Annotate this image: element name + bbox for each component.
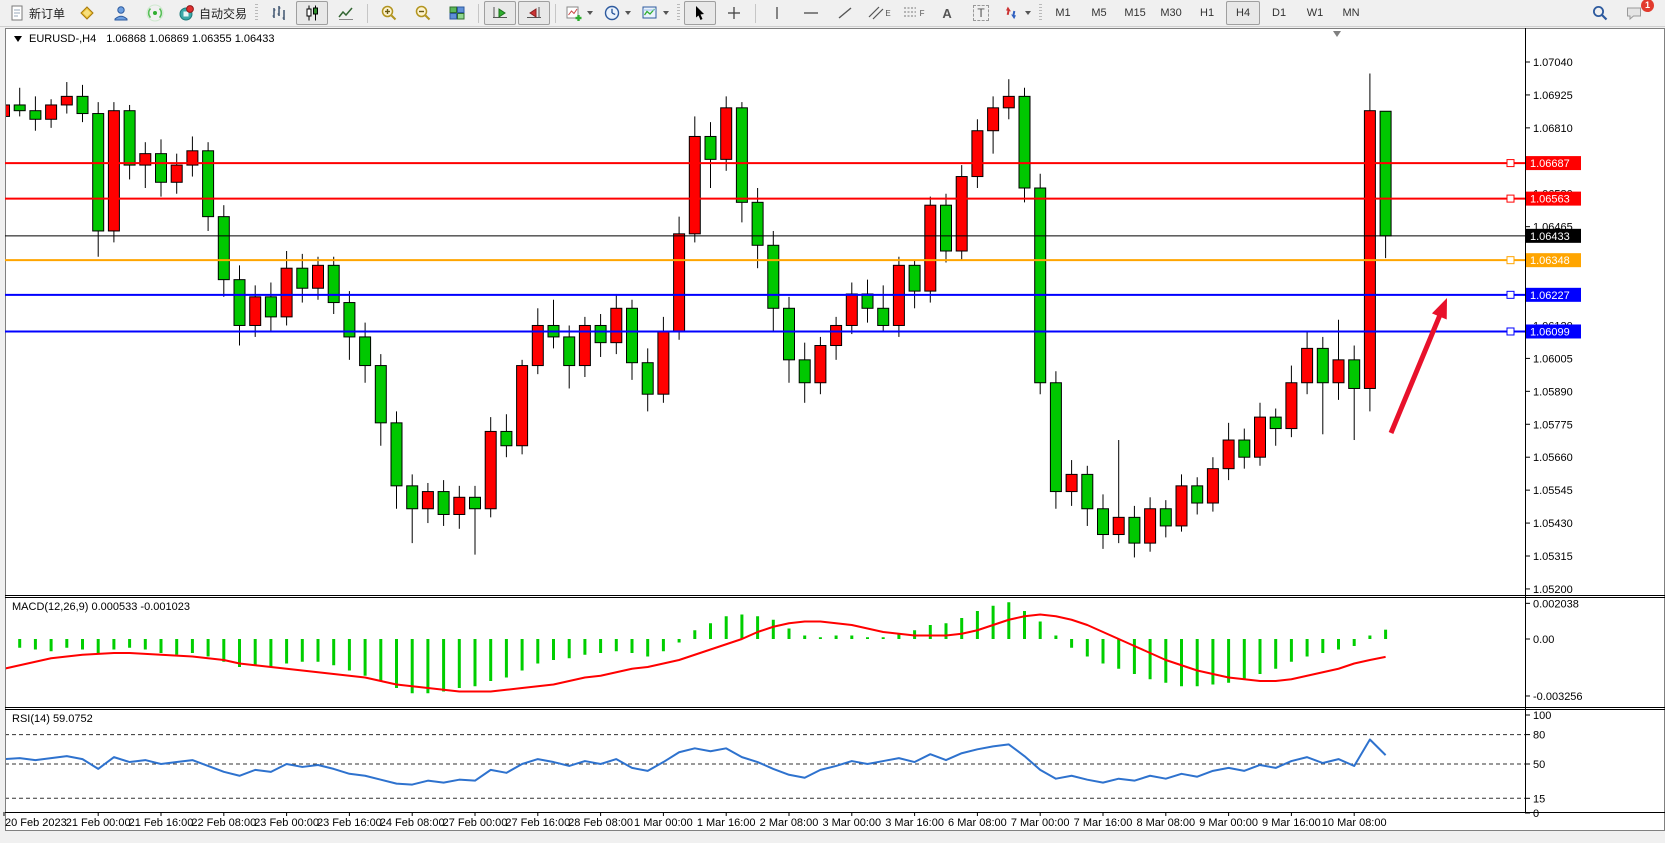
level-drag-handle[interactable]: [1507, 291, 1514, 298]
svg-text:1.07040: 1.07040: [1533, 57, 1573, 69]
svg-text:9 Mar 00:00: 9 Mar 00:00: [1199, 817, 1258, 829]
level-drag-handle[interactable]: [1507, 328, 1514, 335]
svg-text:8 Mar 08:00: 8 Mar 08:00: [1136, 817, 1195, 829]
svg-text:15: 15: [1533, 793, 1545, 805]
svg-text:21 Feb 00:00: 21 Feb 00:00: [66, 817, 131, 829]
svg-text:1.05430: 1.05430: [1533, 518, 1573, 530]
svg-text:80: 80: [1533, 730, 1545, 742]
svg-text:1.06687: 1.06687: [1530, 158, 1570, 170]
svg-text:3 Mar 00:00: 3 Mar 00:00: [822, 817, 881, 829]
svg-text:2 Mar 08:00: 2 Mar 08:00: [760, 817, 819, 829]
macd-indicator-label: MACD(12,26,9) 0.000533 -0.001023: [12, 601, 190, 613]
svg-text:23 Feb 16:00: 23 Feb 16:00: [317, 817, 382, 829]
svg-text:21 Feb 16:00: 21 Feb 16:00: [129, 817, 194, 829]
chart-container: 1.070401.069251.068101.065801.064651.061…: [0, 0, 1665, 843]
svg-text:1.06099: 1.06099: [1530, 326, 1570, 338]
svg-text:0.00: 0.00: [1533, 634, 1554, 646]
svg-text:1.05775: 1.05775: [1533, 419, 1573, 431]
svg-text:1.05315: 1.05315: [1533, 551, 1573, 563]
svg-text:1.06433: 1.06433: [1530, 231, 1570, 243]
svg-text:-0.003256: -0.003256: [1533, 691, 1583, 703]
svg-text:28 Feb 08:00: 28 Feb 08:00: [568, 817, 633, 829]
svg-text:20 Feb 2023: 20 Feb 2023: [5, 817, 67, 829]
svg-text:1.06810: 1.06810: [1533, 123, 1573, 135]
level-drag-handle[interactable]: [1507, 160, 1514, 167]
svg-text:22 Feb 08:00: 22 Feb 08:00: [191, 817, 256, 829]
svg-text:3 Mar 16:00: 3 Mar 16:00: [885, 817, 944, 829]
svg-text:1.05890: 1.05890: [1533, 386, 1573, 398]
svg-text:6 Mar 08:00: 6 Mar 08:00: [948, 817, 1007, 829]
svg-text:1.06925: 1.06925: [1533, 90, 1573, 102]
svg-text:0: 0: [1533, 808, 1539, 820]
level-drag-handle[interactable]: [1507, 257, 1514, 264]
svg-text:23 Feb 00:00: 23 Feb 00:00: [254, 817, 319, 829]
svg-text:7 Mar 00:00: 7 Mar 00:00: [1011, 817, 1070, 829]
chart-ohlc-values: 1.06868 1.06869 1.06355 1.06433: [106, 33, 274, 45]
svg-text:100: 100: [1533, 710, 1551, 722]
chart-symbol-period: EURUSD-,H4: [29, 33, 96, 45]
svg-text:50: 50: [1533, 759, 1545, 771]
svg-text:1.06005: 1.06005: [1533, 353, 1573, 365]
svg-text:10 Mar 08:00: 10 Mar 08:00: [1322, 817, 1387, 829]
svg-text:24 Feb 08:00: 24 Feb 08:00: [380, 817, 445, 829]
chart-title: EURUSD-,H4 1.06868 1.06869 1.06355 1.064…: [14, 33, 274, 45]
svg-text:1.06348: 1.06348: [1530, 255, 1570, 267]
svg-text:1.06227: 1.06227: [1530, 290, 1570, 302]
svg-text:27 Feb 16:00: 27 Feb 16:00: [505, 817, 570, 829]
rsi-indicator-label: RSI(14) 59.0752: [12, 713, 93, 725]
level-drag-handle[interactable]: [1507, 195, 1514, 202]
svg-text:0.002038: 0.002038: [1533, 598, 1579, 610]
svg-text:1 Mar 00:00: 1 Mar 00:00: [634, 817, 693, 829]
svg-text:7 Mar 16:00: 7 Mar 16:00: [1074, 817, 1133, 829]
svg-text:1 Mar 16:00: 1 Mar 16:00: [697, 817, 756, 829]
mt4-terminal-window: 新订单 自动交易: [0, 0, 1665, 843]
chart-area[interactable]: 1.070401.069251.068101.065801.064651.061…: [0, 0, 1665, 843]
chevron-down-icon: [14, 36, 22, 42]
svg-text:1.05200: 1.05200: [1533, 584, 1573, 596]
svg-text:1.06563: 1.06563: [1530, 194, 1570, 206]
svg-text:1.05545: 1.05545: [1533, 485, 1573, 497]
svg-text:27 Feb 00:00: 27 Feb 00:00: [443, 817, 508, 829]
svg-text:9 Mar 16:00: 9 Mar 16:00: [1262, 817, 1321, 829]
svg-text:1.05660: 1.05660: [1533, 452, 1573, 464]
